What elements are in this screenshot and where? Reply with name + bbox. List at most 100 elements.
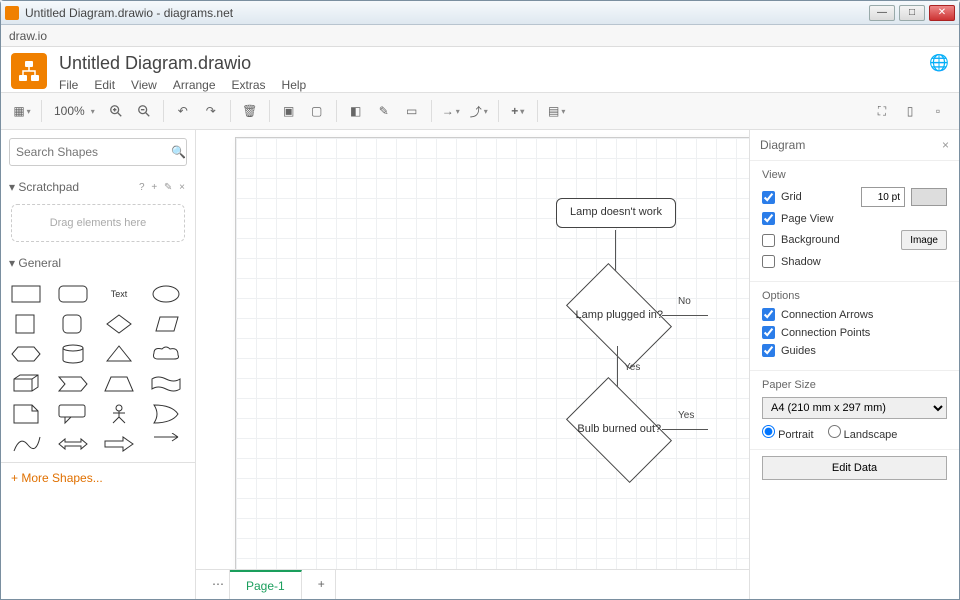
menu-file[interactable]: File bbox=[59, 78, 78, 92]
grid-color-swatch[interactable] bbox=[911, 188, 947, 206]
flowchart-start-node[interactable]: Lamp doesn't work bbox=[556, 198, 676, 228]
guides-checkbox[interactable] bbox=[762, 344, 775, 357]
close-panel-icon[interactable]: × bbox=[942, 138, 949, 152]
canvas-column: Lamp doesn't work Lamp plugged in? No Ye… bbox=[196, 130, 749, 599]
format-panel-title: Diagram × bbox=[750, 130, 959, 161]
shadow-checkbox[interactable] bbox=[762, 255, 775, 268]
shape-or[interactable] bbox=[149, 402, 183, 426]
scratchpad-header[interactable]: ▾ Scratchpad ? + ✎ × bbox=[1, 174, 195, 200]
shape-note[interactable] bbox=[9, 402, 43, 426]
shape-hexagon[interactable] bbox=[9, 342, 43, 366]
shape-cloud[interactable] bbox=[149, 342, 183, 366]
line-color-button[interactable]: ✎ bbox=[371, 98, 397, 124]
to-front-button[interactable]: ▣ bbox=[276, 98, 302, 124]
page-surface[interactable]: Lamp doesn't work Lamp plugged in? No Ye… bbox=[236, 138, 749, 569]
shape-search[interactable]: 🔍 bbox=[9, 138, 187, 166]
shape-text[interactable]: Text bbox=[102, 282, 136, 306]
menu-edit[interactable]: Edit bbox=[94, 78, 115, 92]
menu-arrange[interactable]: Arrange bbox=[173, 78, 216, 92]
waypoint-button[interactable]: ⤴▾ bbox=[466, 98, 492, 124]
scratchpad-actions[interactable]: ? + ✎ × bbox=[139, 182, 187, 193]
shape-step[interactable] bbox=[56, 372, 90, 396]
outline-button[interactable]: ▫ bbox=[925, 98, 951, 124]
grid-label: Grid bbox=[781, 191, 855, 203]
undo-button[interactable]: ↶ bbox=[170, 98, 196, 124]
shape-curve[interactable] bbox=[9, 432, 43, 456]
edge[interactable] bbox=[662, 429, 708, 430]
paper-size-select[interactable]: A4 (210 mm x 297 mm) bbox=[762, 397, 947, 419]
shape-arrow-bi[interactable] bbox=[56, 432, 90, 456]
table-button[interactable]: ▤▾ bbox=[544, 98, 570, 124]
shape-square[interactable] bbox=[9, 312, 43, 336]
scratchpad-dropzone[interactable]: Drag elements here bbox=[11, 204, 185, 242]
shape-tape[interactable] bbox=[149, 372, 183, 396]
insert-button[interactable]: +▾ bbox=[505, 98, 531, 124]
delete-button[interactable]: 🗑 bbox=[237, 98, 263, 124]
grid-size-input[interactable] bbox=[861, 187, 905, 207]
conn-arrows-checkbox[interactable] bbox=[762, 308, 775, 321]
minimize-button[interactable]: — bbox=[869, 5, 895, 21]
add-page-button[interactable]: + bbox=[302, 570, 336, 599]
maximize-button[interactable]: □ bbox=[899, 5, 925, 21]
shape-callout[interactable] bbox=[56, 402, 90, 426]
shape-triangle[interactable] bbox=[102, 342, 136, 366]
zoom-dropdown[interactable]: 100%▾ bbox=[48, 100, 101, 122]
to-back-button[interactable]: ▢ bbox=[304, 98, 330, 124]
search-input[interactable] bbox=[16, 145, 171, 159]
shape-ellipse[interactable] bbox=[149, 282, 183, 306]
shadow-button[interactable]: ▭ bbox=[399, 98, 425, 124]
background-checkbox[interactable] bbox=[762, 234, 775, 247]
close-button[interactable]: ✕ bbox=[929, 5, 955, 21]
shape-actor[interactable] bbox=[102, 402, 136, 426]
grid-checkbox[interactable] bbox=[762, 191, 775, 204]
fullscreen-button[interactable]: ⛶ bbox=[869, 98, 895, 124]
window-buttons: — □ ✕ bbox=[869, 5, 955, 21]
format-button[interactable]: ▯ bbox=[897, 98, 923, 124]
sidebar-toggle-button[interactable]: ▦▾ bbox=[9, 98, 35, 124]
toolbar: ▦▾ 100%▾ ↶ ↷ 🗑 ▣ ▢ ◧ ✎ ▭ →▾ ⤴▾ +▾ ▤▾ ⛶ ▯… bbox=[1, 92, 959, 130]
pageview-checkbox[interactable] bbox=[762, 212, 775, 225]
left-sidebar: 🔍 ▾ Scratchpad ? + ✎ × Drag elements her… bbox=[1, 130, 196, 599]
menu-extras[interactable]: Extras bbox=[232, 78, 266, 92]
connection-button[interactable]: →▾ bbox=[438, 98, 464, 124]
redo-button[interactable]: ↷ bbox=[198, 98, 224, 124]
divider bbox=[498, 100, 499, 122]
shape-roundrect[interactable] bbox=[56, 282, 90, 306]
edge[interactable] bbox=[662, 315, 708, 316]
divider bbox=[269, 100, 270, 122]
shape-diamond[interactable] bbox=[102, 312, 136, 336]
background-image-button[interactable]: Image bbox=[901, 230, 947, 250]
options-heading: Options bbox=[762, 290, 947, 302]
file-title[interactable]: Untitled Diagram.drawio bbox=[59, 53, 917, 74]
zoom-out-button[interactable] bbox=[131, 98, 157, 124]
page-tabs: ⋯ Page-1 + bbox=[196, 569, 749, 599]
fill-color-button[interactable]: ◧ bbox=[343, 98, 369, 124]
paper-section: Paper Size A4 (210 mm x 297 mm) Portrait… bbox=[750, 371, 959, 450]
zoom-in-button[interactable] bbox=[103, 98, 129, 124]
background-label: Background bbox=[781, 234, 895, 246]
more-shapes-button[interactable]: + More Shapes... bbox=[1, 462, 195, 493]
portrait-radio[interactable]: Portrait bbox=[762, 425, 814, 441]
shape-rect[interactable] bbox=[9, 282, 43, 306]
landscape-radio[interactable]: Landscape bbox=[828, 425, 898, 441]
canvas[interactable]: Lamp doesn't work Lamp plugged in? No Ye… bbox=[196, 130, 749, 569]
page-menu-button[interactable]: ⋯ bbox=[196, 570, 230, 599]
conn-points-label: Connection Points bbox=[781, 327, 870, 339]
flowchart-decision-1[interactable]: Lamp plugged in? bbox=[566, 263, 672, 369]
shape-parallelogram[interactable] bbox=[149, 312, 183, 336]
paper-heading: Paper Size bbox=[762, 379, 947, 391]
flowchart-decision-2[interactable]: Bulb burned out? bbox=[566, 377, 672, 483]
shape-cylinder[interactable] bbox=[56, 342, 90, 366]
shape-arrow[interactable] bbox=[102, 432, 136, 456]
language-icon[interactable]: 🌐 bbox=[929, 53, 949, 73]
shape-trapezoid[interactable] bbox=[102, 372, 136, 396]
shape-roundsquare[interactable] bbox=[56, 312, 90, 336]
tab-page-1[interactable]: Page-1 bbox=[230, 570, 302, 599]
menu-view[interactable]: View bbox=[131, 78, 157, 92]
conn-points-checkbox[interactable] bbox=[762, 326, 775, 339]
shape-cube[interactable] bbox=[9, 372, 43, 396]
menu-help[interactable]: Help bbox=[282, 78, 307, 92]
shape-link[interactable] bbox=[149, 432, 183, 456]
general-header[interactable]: ▾ General bbox=[1, 250, 195, 276]
edit-data-button[interactable]: Edit Data bbox=[762, 456, 947, 480]
